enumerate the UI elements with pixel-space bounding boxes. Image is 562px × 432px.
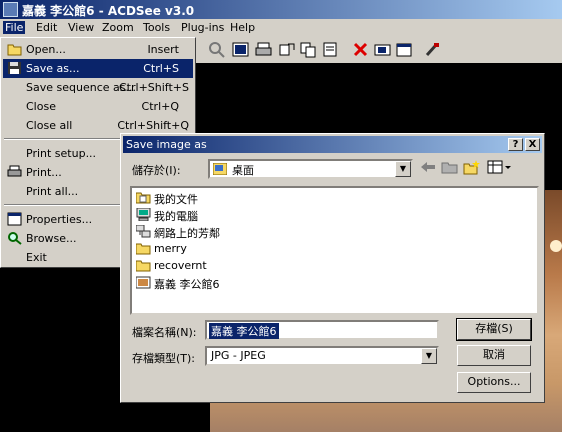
menu-item-save-as[interactable]: Save as... Ctrl+S — [3, 59, 193, 78]
save-in-label: 儲存於(I): — [132, 164, 181, 177]
printer-icon — [7, 165, 22, 179]
rename-icon[interactable] — [374, 41, 391, 58]
save-in-dropdown[interactable]: 桌面 ▼ — [208, 159, 413, 179]
dialog-title: Save image as — [126, 138, 207, 151]
delete-icon[interactable] — [352, 41, 369, 58]
menu-item-open[interactable]: Open... Insert — [3, 40, 193, 59]
menu-tools[interactable]: Tools — [141, 21, 172, 34]
filename-label: 檔案名稱(N): — [132, 326, 197, 339]
new-folder-icon[interactable] — [463, 159, 481, 175]
chevron-down-icon[interactable]: ▼ — [421, 348, 437, 364]
full-screen-icon[interactable] — [232, 41, 249, 58]
jpeg-file-icon — [135, 276, 151, 289]
print-icon[interactable] — [255, 41, 272, 58]
acdsee-app-icon[interactable] — [3, 2, 18, 17]
menu-help[interactable]: Help — [228, 21, 257, 34]
folder-icon — [135, 259, 151, 272]
help-button[interactable]: ? — [508, 138, 523, 151]
filetype-dropdown[interactable]: JPG - JPEG ▼ — [205, 346, 439, 366]
zoom-icon[interactable] — [208, 41, 225, 58]
menu-bar: File Edit View Zoom Tools Plug-ins Help — [0, 19, 562, 37]
floppy-disk-icon — [7, 61, 22, 75]
close-button[interactable]: X — [525, 138, 540, 151]
file-list[interactable]: 我的文件 我的電腦 網路上的芳鄰 merry recovernt 嘉義 李公館6 — [130, 186, 539, 315]
chevron-down-icon[interactable]: ▼ — [395, 161, 411, 177]
view-menu-icon[interactable] — [487, 159, 513, 175]
paste-icon[interactable] — [322, 41, 339, 58]
filetype-label: 存檔類型(T): — [132, 352, 196, 365]
network-icon — [135, 224, 151, 238]
options-button[interactable]: Options... — [457, 372, 531, 393]
menu-zoom[interactable]: Zoom — [100, 21, 136, 34]
move-icon[interactable] — [278, 41, 295, 58]
menu-plugins[interactable]: Plug-ins — [179, 21, 226, 34]
cancel-button[interactable]: 取消 — [457, 345, 531, 366]
filename-field[interactable]: 嘉義 李公館6 — [205, 320, 439, 340]
folder-icon — [135, 242, 151, 255]
computer-icon — [136, 207, 151, 222]
menu-view[interactable]: View — [66, 21, 96, 34]
save-button[interactable]: 存檔(S) — [456, 318, 532, 341]
open-folder-icon — [7, 42, 22, 56]
desktop-icon — [212, 162, 228, 176]
save-image-dialog: Save image as ? X 儲存於(I): 桌面 ▼ 我的文件 我的電腦… — [120, 133, 545, 403]
app-title-bar: 嘉義 李公館6 - ACDSee v3.0 — [0, 0, 562, 19]
browse-icon — [7, 231, 22, 245]
properties-icon — [7, 212, 22, 226]
menu-item-save-sequence[interactable]: Save sequence as... Ctrl+Shift+S — [3, 78, 193, 97]
menu-edit[interactable]: Edit — [34, 21, 59, 34]
dialog-title-bar: Save image as ? X — [123, 136, 542, 153]
up-folder-icon[interactable] — [441, 159, 459, 175]
back-arrow-icon[interactable] — [419, 159, 437, 175]
menu-item-close[interactable]: Close Ctrl+Q — [3, 97, 193, 116]
app-title: 嘉義 李公館6 - ACDSee v3.0 — [22, 4, 195, 18]
copy-icon[interactable] — [300, 41, 317, 58]
documents-folder-icon — [135, 191, 151, 204]
tools-icon[interactable] — [424, 41, 441, 58]
properties-icon[interactable] — [396, 41, 413, 58]
menu-file[interactable]: File — [3, 21, 26, 34]
